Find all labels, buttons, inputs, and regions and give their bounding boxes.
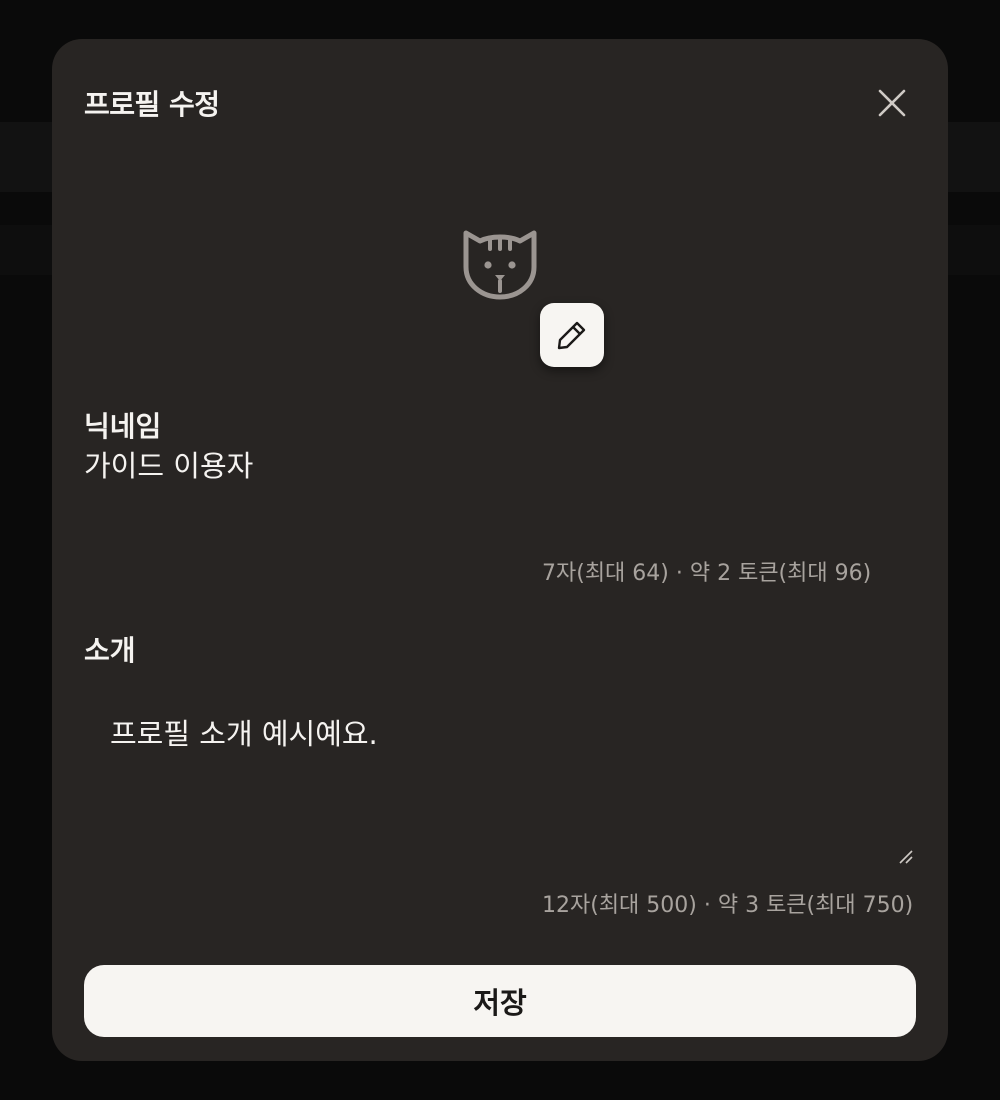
bio-text: 프로필 소개 예시예요. bbox=[110, 717, 378, 751]
pencil-icon bbox=[557, 321, 586, 350]
bio-label: 소개 bbox=[84, 634, 136, 667]
modal-title: 프로필 수정 bbox=[84, 88, 220, 121]
bio-textarea[interactable]: 프로필 소개 예시예요. bbox=[84, 705, 914, 865]
avatar[interactable] bbox=[454, 223, 546, 307]
resize-handle-icon[interactable] bbox=[898, 849, 914, 865]
close-button[interactable] bbox=[870, 83, 914, 123]
bio-counter: 12자(최대 500) · 약 3 토큰(최대 750) bbox=[542, 893, 914, 918]
save-button[interactable]: 저장 bbox=[84, 965, 916, 1037]
edit-profile-modal: 프로필 수정 닉네임 가이드 이용자 7자(최대 64) · 약 2 토큰(최대… bbox=[52, 39, 948, 1061]
edit-avatar-button[interactable] bbox=[540, 303, 604, 367]
close-icon bbox=[878, 89, 906, 117]
nickname-input[interactable]: 가이드 이용자 bbox=[84, 443, 904, 485]
nickname-counter: 7자(최대 64) · 약 2 토큰(최대 96) bbox=[542, 561, 872, 586]
cat-face-icon bbox=[463, 230, 537, 300]
nickname-label: 닉네임 bbox=[84, 410, 162, 443]
